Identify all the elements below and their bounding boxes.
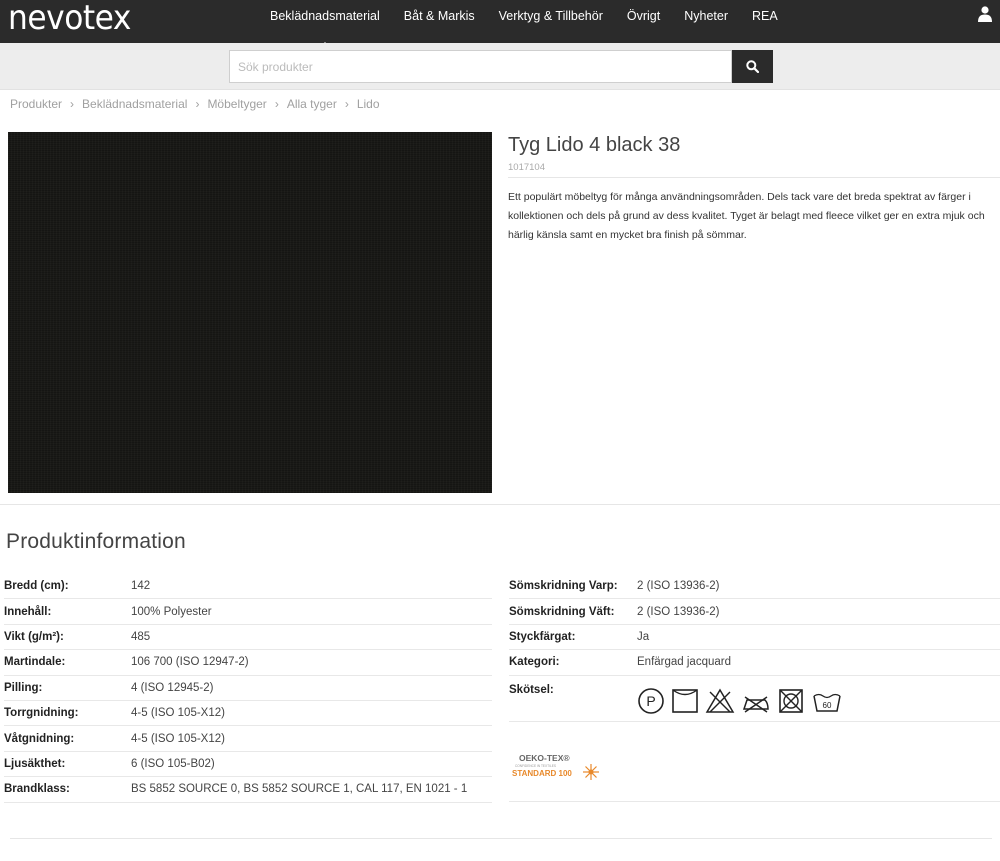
spec-value: BS 5852 SOURCE 0, BS 5852 SOURCE 1, CAL … xyxy=(131,783,468,796)
spec-row: Pilling: 4 (ISO 12945-2) xyxy=(4,676,492,701)
spec-label: Våtgnidning: xyxy=(4,732,75,745)
spec-label: Sömskridning Väft: xyxy=(509,605,615,618)
no-tumble-dryer-icon xyxy=(779,688,803,713)
product-title: Tyg Lido 4 black 38 xyxy=(508,134,681,156)
breadcrumb-bekladnadsmaterial[interactable]: Beklädnadsmaterial xyxy=(82,97,187,111)
spec-value: 6 (ISO 105-B02) xyxy=(131,757,215,770)
svg-text:CONFIDENCE IN TEXTILES: CONFIDENCE IN TEXTILES xyxy=(515,764,556,768)
divider xyxy=(508,177,1000,178)
spec-value: 4-5 (ISO 105-X12) xyxy=(131,707,225,720)
svg-text:STANDARD 100: STANDARD 100 xyxy=(512,769,572,778)
search-input[interactable] xyxy=(229,50,732,83)
breadcrumb-alla-tyger[interactable]: Alla tyger xyxy=(287,97,337,111)
user-icon[interactable] xyxy=(978,6,992,22)
breadcrumb: Produkter › Beklädnadsmaterial › Möbelty… xyxy=(10,97,380,111)
spec-value: 485 xyxy=(131,630,151,643)
spec-row: Bredd (cm): 142 xyxy=(4,574,492,600)
nav-item-bekladnadsmaterial[interactable]: Beklädnadsmaterial xyxy=(270,0,380,48)
divider xyxy=(0,504,1000,505)
nav-item-ovrigt[interactable]: Övrigt xyxy=(627,0,660,43)
svg-text:P: P xyxy=(646,693,655,709)
spec-table-right: Sömskridning Varp: 2 (ISO 13936-2) Sömskr… xyxy=(509,574,1000,802)
care-row: Skötsel: P 60 xyxy=(509,676,1000,722)
product-information-heading: Produktinformation xyxy=(6,530,186,553)
wash-60-icon: 60 xyxy=(813,693,841,712)
nevotex-logo[interactable]: nevotex xyxy=(8,0,131,36)
chevron-right-icon: › xyxy=(70,97,75,111)
spec-row: Styckfärgat: Ja xyxy=(509,625,1000,651)
spec-row: Martindale: 106 700 (ISO 12947-2) xyxy=(4,650,492,676)
spec-value: Enfärgad jacquard xyxy=(637,656,731,669)
svg-text:OEKO-TEX®: OEKO-TEX® xyxy=(519,753,570,763)
nav-item-nyheter[interactable]: Nyheter xyxy=(684,0,728,43)
spec-value: 2 (ISO 13936-2) xyxy=(637,605,720,618)
no-iron-icon xyxy=(742,695,769,713)
article-number: 1017104 xyxy=(508,162,545,173)
chevron-right-icon: › xyxy=(344,97,349,111)
no-bleach-icon xyxy=(705,688,735,713)
dry-clean-p-icon: P xyxy=(638,687,664,714)
spec-value: 106 700 (ISO 12947-2) xyxy=(131,656,249,669)
search-icon xyxy=(746,60,759,73)
nav-item-bat-markis[interactable]: Båt & Markis xyxy=(404,0,475,43)
spec-row: Ljusäkthet: 6 (ISO 105-B02) xyxy=(4,752,492,778)
spec-value: Ja xyxy=(637,630,650,643)
spec-label: Kategori: xyxy=(509,656,560,669)
spec-row: Torrgnidning: 4-5 (ISO 105-X12) xyxy=(4,701,492,727)
chevron-right-icon: › xyxy=(274,97,279,111)
search-button[interactable] xyxy=(732,50,773,83)
product-image[interactable] xyxy=(8,132,492,493)
product-description: Ett populärt möbeltyg för många användni… xyxy=(508,191,985,241)
spec-row: Vikt (g/m²): 485 xyxy=(4,625,492,651)
oeko-tex-logo: OEKO-TEX® CONFIDENCE IN TEXTILES STANDAR… xyxy=(511,750,601,789)
spec-label: Ljusäkthet: xyxy=(4,757,66,770)
spec-table-left: Bredd (cm): 142 Innehåll: 100% Polyester V… xyxy=(4,574,492,803)
main-nav: Beklädnadsmaterial Båt & Markis Verktyg … xyxy=(270,0,802,48)
spec-label: Bredd (cm): xyxy=(4,580,69,593)
top-navigation-bar: nevotex Beklädnadsmaterial Båt & Markis … xyxy=(0,0,1000,48)
search-band xyxy=(0,43,1000,90)
spec-row: Kategori: Enfärgad jacquard xyxy=(509,650,1000,676)
nav-item-verktyg-tillbehor[interactable]: Verktyg & Tillbehör xyxy=(499,0,603,43)
spec-value: 142 xyxy=(131,580,151,593)
spec-row: Innehåll: 100% Polyester xyxy=(4,599,492,625)
spec-label: Styckfärgat: xyxy=(509,630,576,643)
chevron-right-icon: › xyxy=(195,97,200,111)
divider xyxy=(10,838,992,839)
spec-label: Vikt (g/m²): xyxy=(4,630,64,643)
spec-row: Våtgnidning: 4-5 (ISO 105-X12) xyxy=(4,726,492,752)
spec-value: 4-5 (ISO 105-X12) xyxy=(131,732,225,745)
spec-row: Sömskridning Varp: 2 (ISO 13936-2) xyxy=(509,574,1000,600)
breadcrumb-mobeltyger[interactable]: Möbeltyger xyxy=(207,97,266,111)
spec-label: Sömskridning Varp: xyxy=(509,580,618,593)
spec-value: 2 (ISO 13936-2) xyxy=(637,580,720,593)
breadcrumb-produkter[interactable]: Produkter xyxy=(10,97,62,111)
spec-label: Skötsel: xyxy=(509,683,554,696)
wash-temp: 60 xyxy=(823,701,832,710)
breadcrumb-lido[interactable]: Lido xyxy=(357,97,380,111)
spec-value: 4 (ISO 12945-2) xyxy=(131,681,214,694)
spec-label: Martindale: xyxy=(4,656,66,669)
spec-value: 100% Polyester xyxy=(131,605,212,618)
no-tumble-dry-icon xyxy=(672,688,698,713)
spec-row: Brandklass: BS 5852 SOURCE 0, BS 5852 SOU… xyxy=(4,777,492,803)
spec-row: Sömskridning Väft: 2 (ISO 13936-2) xyxy=(509,599,1000,625)
spec-label: Torrgnidning: xyxy=(4,707,79,720)
nav-item-rea[interactable]: REA xyxy=(752,0,778,43)
spec-label: Pilling: xyxy=(4,681,43,694)
certification-box: OEKO-TEX® CONFIDENCE IN TEXTILES STANDAR… xyxy=(509,722,1000,802)
spec-label: Brandklass: xyxy=(4,783,70,796)
care-symbols: P 60 xyxy=(637,687,849,715)
spec-label: Innehåll: xyxy=(4,605,52,618)
